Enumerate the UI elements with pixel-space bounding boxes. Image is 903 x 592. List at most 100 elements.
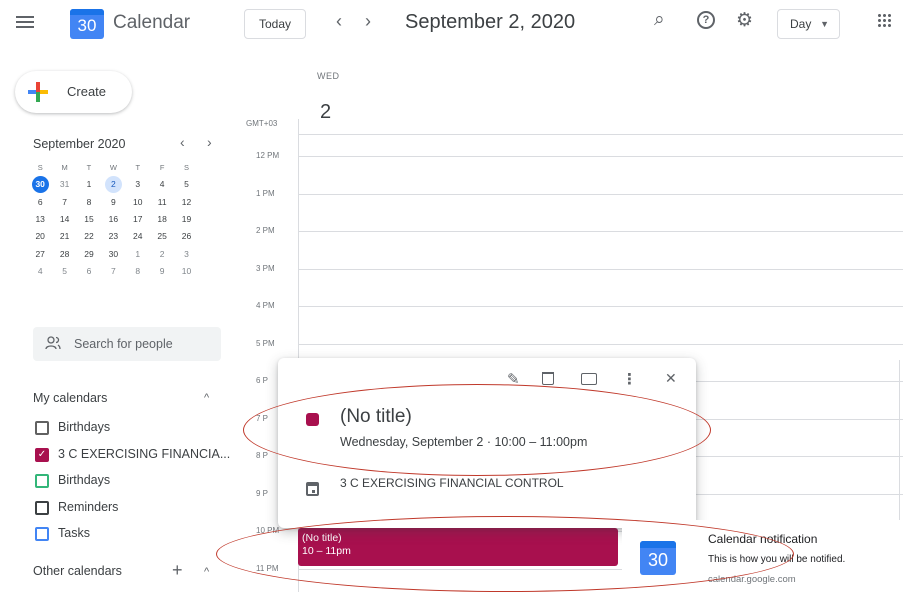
mini-calendar-day[interactable]: 5 xyxy=(56,263,73,280)
mini-calendar-day[interactable]: 28 xyxy=(56,246,73,263)
hour-label: 10 PM xyxy=(256,526,280,535)
mini-calendar-day[interactable]: 17 xyxy=(129,211,146,228)
mini-calendar-day[interactable]: 10 xyxy=(178,263,195,280)
popover-event-title: (No title) xyxy=(340,406,412,427)
settings-gear-icon[interactable]: ⚙ xyxy=(736,9,753,32)
mini-calendar-day[interactable]: 16 xyxy=(105,211,122,228)
calendar-list-item[interactable]: Birthdays xyxy=(33,471,233,491)
hour-gridline xyxy=(298,343,903,345)
mini-calendar-day[interactable]: 1 xyxy=(80,176,97,193)
checkbox-icon[interactable] xyxy=(35,421,49,435)
calendar-logo-icon: 30 xyxy=(640,541,676,575)
google-apps-grid-icon[interactable] xyxy=(877,13,891,27)
mini-calendar-day[interactable]: 4 xyxy=(154,176,171,193)
mini-calendar-day[interactable]: 7 xyxy=(56,194,73,211)
mini-calendar-day[interactable]: 30 xyxy=(105,246,122,263)
my-calendars-heading[interactable]: My calendars xyxy=(33,391,107,405)
checkbox-checked-icon[interactable]: ✓ xyxy=(35,447,49,462)
mini-calendar-day[interactable]: 10 xyxy=(129,194,146,211)
mini-calendar-day[interactable]: 22 xyxy=(80,228,97,245)
mini-calendar-day[interactable]: 15 xyxy=(80,211,97,228)
calendar-list-item[interactable]: ✓ 3 C EXERCISING FINANCIA... xyxy=(33,445,233,465)
mini-calendar-day[interactable]: 4 xyxy=(32,263,49,280)
people-icon xyxy=(45,336,61,350)
mini-calendar-day[interactable]: 7 xyxy=(105,263,122,280)
help-icon[interactable]: ? xyxy=(697,11,715,29)
event-details-popover: ✎ ⋮ ✕ (No title) Wednesday, September 2 … xyxy=(278,358,696,528)
app-title: Calendar xyxy=(113,12,191,33)
calendar-list-label: Birthdays xyxy=(58,420,111,434)
mini-calendar-day[interactable]: 31 xyxy=(56,176,73,193)
hour-label: 7 P xyxy=(256,413,269,423)
event-block[interactable]: (No title) 10 – 11pm xyxy=(298,528,618,566)
search-people-field[interactable]: Search for people xyxy=(33,327,221,361)
previous-day-button[interactable]: ‹ xyxy=(336,11,342,32)
mini-calendar-day[interactable]: 21 xyxy=(56,228,73,245)
delete-trash-icon[interactable] xyxy=(542,372,554,385)
next-day-button[interactable]: › xyxy=(365,11,371,32)
mini-calendar-day[interactable]: 9 xyxy=(105,194,122,211)
create-button[interactable]: Create xyxy=(15,71,132,113)
mini-calendar-day[interactable]: 27 xyxy=(32,246,49,263)
search-people-placeholder: Search for people xyxy=(74,337,173,351)
mini-calendar-day[interactable]: 9 xyxy=(154,263,171,280)
hour-label: 8 P xyxy=(256,451,269,460)
email-envelope-icon[interactable] xyxy=(581,373,597,385)
mini-calendar-day[interactable]: 11 xyxy=(154,194,171,211)
mini-calendar-day[interactable]: 23 xyxy=(105,228,122,245)
mini-calendar-day[interactable]: 1 xyxy=(129,246,146,263)
desktop-notification[interactable]: 30 Calendar notification This is how you… xyxy=(622,520,903,592)
mini-calendar-next-month-button[interactable]: › xyxy=(207,134,212,150)
mini-calendar-day[interactable]: 20 xyxy=(32,228,49,245)
mini-calendar-day[interactable]: 8 xyxy=(129,263,146,280)
mini-calendar-day[interactable]: 6 xyxy=(32,194,49,211)
mini-calendar-day[interactable]: 3 xyxy=(129,176,146,193)
mini-calendar-day[interactable]: 25 xyxy=(154,228,171,245)
mini-calendar-day[interactable]: 29 xyxy=(80,246,97,263)
mini-calendar-day[interactable]: 2 xyxy=(104,176,122,194)
view-selector[interactable]: Day ▼ xyxy=(777,9,840,39)
mini-calendar-day[interactable]: 12 xyxy=(178,194,195,211)
mini-calendar-day[interactable]: 8 xyxy=(80,194,97,211)
popover-calendar-name: 3 C EXERCISING FINANCIAL CONTROL xyxy=(340,476,564,490)
main-menu-icon[interactable] xyxy=(16,13,34,31)
notification-logo-day: 30 xyxy=(647,550,669,570)
hour-label: 2 PM xyxy=(256,226,275,235)
calendar-list-item[interactable]: Tasks xyxy=(33,524,233,544)
calendar-list-label: 3 C EXERCISING FINANCIA... xyxy=(58,446,231,461)
mini-calendar-day[interactable]: 30 xyxy=(31,176,49,194)
add-calendar-icon[interactable]: + xyxy=(172,560,183,581)
my-calendars-collapse-icon[interactable]: ^ xyxy=(204,392,209,404)
today-button[interactable]: Today xyxy=(244,9,306,39)
calendar-list-item[interactable]: Reminders xyxy=(33,498,233,518)
checkbox-icon[interactable] xyxy=(35,500,49,515)
mini-calendar-day[interactable]: 18 xyxy=(154,211,171,228)
mini-calendar-prev-month-button[interactable]: ‹ xyxy=(180,134,185,150)
weekday-header: S xyxy=(184,163,190,173)
top-bar: 30 Calendar Today ‹ › September 2, 2020 … xyxy=(0,0,903,52)
mini-calendar-day[interactable]: 14 xyxy=(56,211,73,228)
mini-calendar-day[interactable]: 5 xyxy=(178,176,195,193)
edit-pencil-icon[interactable]: ✎ xyxy=(507,370,520,388)
calendar-list-item[interactable]: Birthdays xyxy=(33,418,233,438)
other-calendars-collapse-icon[interactable]: ^ xyxy=(204,566,209,578)
more-options-icon[interactable]: ⋮ xyxy=(622,370,637,388)
mini-calendar-day[interactable]: 19 xyxy=(178,211,195,228)
hour-gridline xyxy=(298,193,903,195)
checkbox-icon[interactable] xyxy=(35,527,49,541)
mini-calendar-day[interactable]: 6 xyxy=(80,263,97,280)
weekday-header: T xyxy=(135,163,141,173)
close-icon[interactable]: ✕ xyxy=(665,370,677,387)
other-calendars-heading[interactable]: Other calendars xyxy=(33,564,122,578)
calendar-logo-icon: 30 xyxy=(70,9,104,39)
mini-calendar-day[interactable]: 26 xyxy=(178,228,195,245)
mini-calendar-day[interactable]: 3 xyxy=(178,246,195,263)
search-icon[interactable]: ⌕ xyxy=(654,9,665,31)
checkbox-icon[interactable] xyxy=(35,474,49,488)
mini-calendar-day[interactable]: 2 xyxy=(154,246,171,263)
mini-calendar-day[interactable]: 13 xyxy=(32,211,49,228)
mini-calendar-day[interactable]: 24 xyxy=(129,228,146,245)
day-number[interactable]: 2 xyxy=(320,101,331,124)
weekday-header: T xyxy=(86,163,92,173)
weekday-header: S xyxy=(37,163,43,173)
